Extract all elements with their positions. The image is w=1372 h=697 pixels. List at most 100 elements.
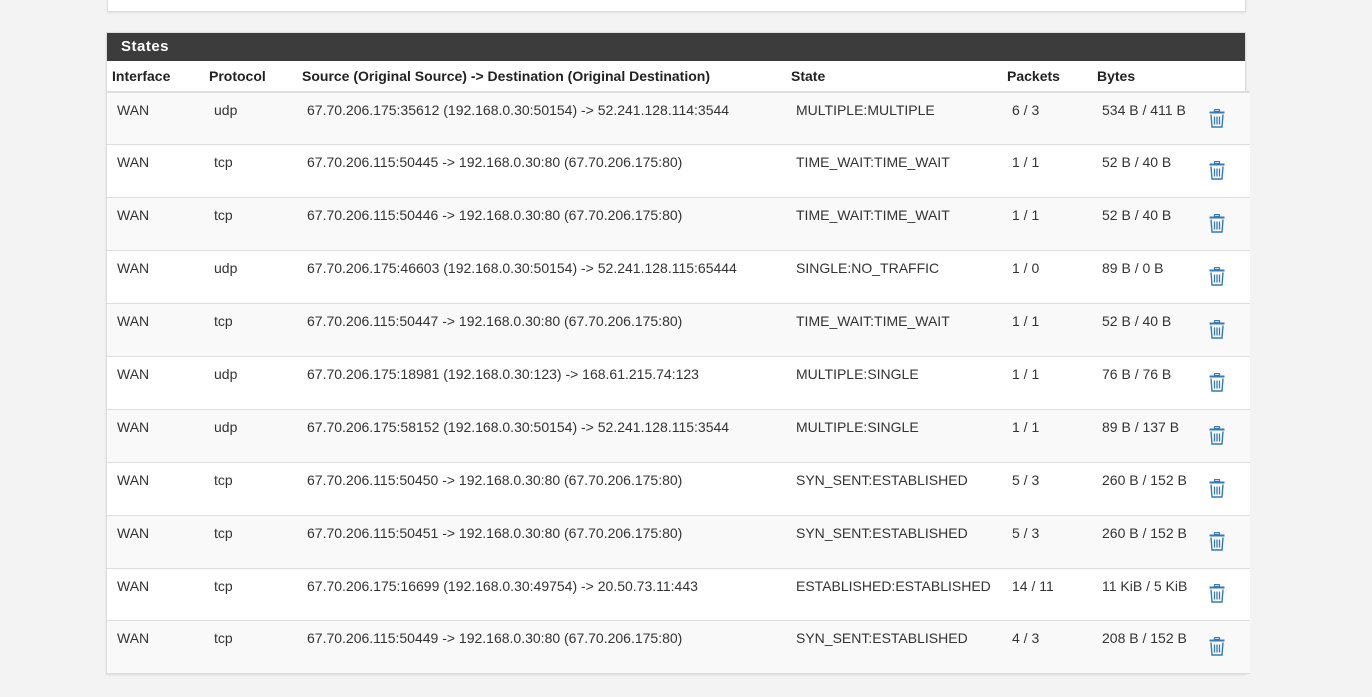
cell-interface: WAN [117,365,150,382]
states-table: Interface Protocol Source (Original Sour… [107,61,1250,674]
cell-protocol: udp [214,260,238,277]
cell-packets: 1 / 1 [1012,418,1040,435]
trash-icon[interactable] [1209,372,1225,395]
header-state: State [791,61,1007,93]
trash-icon[interactable] [1209,584,1225,606]
trash-icon[interactable] [1209,319,1225,342]
cell-interface: WAN [117,418,150,435]
cell-interface: WAN [117,630,150,647]
cell-protocol: udp [214,365,238,382]
cell-bytes: 89 B / 137 B [1102,418,1180,435]
cell-packets: 6 / 3 [1012,102,1040,118]
cell-protocol: tcp [214,577,233,594]
cell-packets: 1 / 1 [1012,154,1040,171]
cell-source-destination: 67.70.206.115:50451 -> 192.168.0.30:80 (… [307,524,683,541]
table-row: WAN tcp 67.70.206.115:50449 -> 192.168.0.3… [107,620,1250,674]
cell-packets: 5 / 3 [1012,524,1040,541]
header-source-destination: Source (Original Source) -> Destination … [302,61,791,93]
table-row: WAN udp 67.70.206.175:46603 (192.168.0.30:… [107,250,1250,304]
cell-state: MULTIPLE:SINGLE [796,418,919,435]
cell-actions [1207,515,1250,568]
cell-actions [1207,198,1250,251]
cell-protocol: udp [214,418,238,435]
cell-packets: 1 / 1 [1012,207,1040,224]
cell-packets: 14 / 11 [1012,577,1054,594]
table-row: WAN udp 67.70.206.175:18981 (192.168.0.30:… [107,356,1250,410]
cell-state: ESTABLISHED:ESTABLISHED [796,577,991,594]
cell-actions [1207,409,1250,462]
cell-packets: 1 / 1 [1012,313,1040,330]
cell-interface: WAN [117,154,150,171]
trash-icon[interactable] [1209,161,1225,183]
table-row: WAN tcp 67.70.206.115:50451 -> 192.168.0.3… [107,515,1250,569]
cell-protocol: tcp [214,313,233,330]
cell-packets: 1 / 1 [1012,365,1040,382]
cell-state: TIME_WAIT:TIME_WAIT [796,207,950,224]
cell-bytes: 52 B / 40 B [1102,154,1172,171]
cell-actions [1207,568,1250,621]
table-row: WAN udp 67.70.206.175:35612 (192.168.0.30:… [107,92,1250,145]
trash-icon[interactable] [1209,531,1225,554]
cell-actions [1207,621,1250,674]
header-bytes: Bytes [1097,61,1207,93]
cell-bytes: 76 B / 76 B [1102,365,1172,382]
table-row: WAN tcp 67.70.206.115:50445 -> 192.168.0.3… [107,144,1250,198]
cell-source-destination: 67.70.206.115:50450 -> 192.168.0.30:80 (… [307,471,683,488]
cell-interface: WAN [117,524,150,541]
trash-icon[interactable] [1209,108,1225,131]
cell-actions [1207,251,1250,304]
cell-interface: WAN [117,313,150,330]
cell-interface: WAN [117,207,150,224]
cell-protocol: tcp [214,471,233,488]
table-row: WAN tcp 67.70.206.115:50446 -> 192.168.0.3… [107,197,1250,251]
trash-icon[interactable] [1209,267,1225,289]
table-row: WAN tcp 67.70.206.175:16699 (192.168.0.30:… [107,568,1250,621]
states-table-body: WAN udp 67.70.206.175:35612 (192.168.0.30:… [107,92,1250,674]
cell-interface: WAN [117,102,150,118]
cell-state: TIME_WAIT:TIME_WAIT [796,154,950,171]
header-actions [1207,61,1250,93]
cell-bytes: 260 B / 152 B [1102,471,1187,488]
cell-state: SYN_SENT:ESTABLISHED [796,471,968,488]
trash-icon[interactable] [1209,214,1225,236]
cell-bytes: 11 KiB / 5 KiB [1102,577,1188,594]
cell-packets: 5 / 3 [1012,471,1040,488]
cell-bytes: 52 B / 40 B [1102,313,1172,330]
cell-protocol: udp [214,102,238,118]
cell-protocol: tcp [214,630,233,647]
trash-icon[interactable] [1209,478,1225,501]
cell-actions [1207,92,1250,145]
cell-actions [1207,145,1250,198]
states-panel: States Interface Protocol Source (Origin… [106,32,1250,674]
cell-actions [1207,356,1250,409]
trash-icon[interactable] [1209,425,1225,448]
cell-state: SINGLE:NO_TRAFFIC [796,260,940,277]
table-row: WAN udp 67.70.206.175:58152 (192.168.0.30:… [107,409,1250,463]
header-packets: Packets [1007,61,1097,93]
cell-source-destination: 67.70.206.115:50447 -> 192.168.0.30:80 (… [307,313,683,330]
cell-protocol: tcp [214,207,233,224]
cell-bytes: 52 B / 40 B [1102,207,1172,224]
header-interface: Interface [107,61,209,93]
cell-source-destination: 67.70.206.175:18981 (192.168.0.30:123) -… [307,365,699,382]
cell-bytes: 260 B / 152 B [1102,524,1187,541]
table-header-row: Interface Protocol Source (Original Sour… [107,61,1250,93]
cell-source-destination: 67.70.206.115:50445 -> 192.168.0.30:80 (… [307,154,683,171]
cell-actions [1207,462,1250,515]
cell-interface: WAN [117,471,150,488]
cell-protocol: tcp [214,524,233,541]
header-protocol: Protocol [209,61,302,93]
cell-source-destination: 67.70.206.175:58152 (192.168.0.30:50154)… [307,418,730,435]
cell-source-destination: 67.70.206.115:50449 -> 192.168.0.30:80 (… [307,630,683,647]
cell-actions [1207,304,1250,357]
cell-source-destination: 67.70.206.115:50446 -> 192.168.0.30:80 (… [307,207,683,224]
cell-bytes: 208 B / 152 B [1102,630,1187,647]
cell-source-destination: 67.70.206.175:16699 (192.168.0.30:49754)… [307,577,698,594]
table-row: WAN tcp 67.70.206.115:50450 -> 192.168.0.3… [107,462,1250,516]
trash-icon[interactable] [1209,637,1225,659]
cell-bytes: 534 B / 411 B [1102,102,1186,118]
cell-source-destination: 67.70.206.175:35612 (192.168.0.30:50154)… [307,102,730,118]
cell-state: MULTIPLE:MULTIPLE [796,102,935,118]
cell-source-destination: 67.70.206.175:46603 (192.168.0.30:50154)… [307,260,737,277]
cell-state: SYN_SENT:ESTABLISHED [796,630,968,647]
